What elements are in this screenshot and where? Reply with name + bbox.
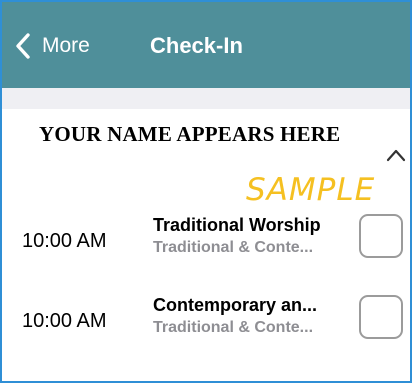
service-time: 10:00 AM xyxy=(22,230,107,252)
back-button[interactable]: More xyxy=(14,28,90,64)
person-name: YOUR NAME APPEARS HERE xyxy=(39,122,341,146)
service-row-traditional[interactable]: 10:00 AM Traditional Worship Traditional… xyxy=(2,202,410,280)
chevron-up-icon[interactable] xyxy=(385,147,407,163)
service-time: 10:00 AM xyxy=(22,310,107,332)
chevron-left-icon xyxy=(16,33,30,59)
check-in-checkbox[interactable] xyxy=(359,214,403,258)
page-title: Check-In xyxy=(150,33,243,58)
section-separator xyxy=(2,88,410,109)
service-row-contemporary[interactable]: 10:00 AM Contemporary an... Traditional … xyxy=(2,283,410,361)
check-in-checkbox[interactable] xyxy=(359,295,403,339)
service-subtitle: Traditional & Conte... xyxy=(153,239,314,256)
service-title: Traditional Worship xyxy=(153,215,321,235)
navigation-bar: More Check-In xyxy=(2,2,410,88)
service-subtitle: Traditional & Conte... xyxy=(153,319,314,336)
service-title: Contemporary an... xyxy=(153,295,318,315)
check-in-screen: More Check-In YOUR NAME APPEARS HERE SAM… xyxy=(0,0,412,383)
back-button-label: More xyxy=(42,34,90,57)
